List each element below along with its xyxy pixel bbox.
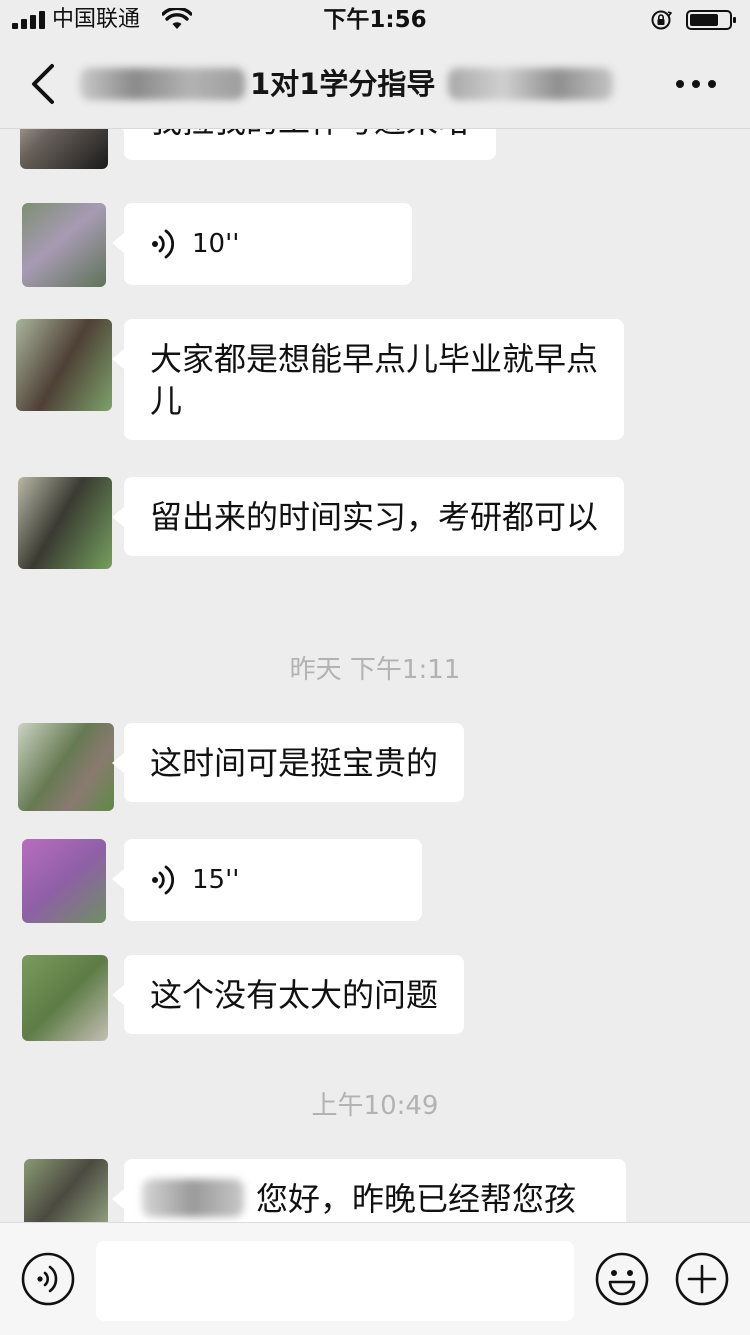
voice-input-icon[interactable] [20,1251,76,1307]
voice-wave-icon [152,865,175,895]
sender-avatar[interactable] [16,319,112,411]
message-bubble[interactable]: 我拉我的工作号进来哈 [111,129,497,160]
voice-message-bubble[interactable]: 10'' [112,203,412,285]
more-options-icon[interactable] [672,70,720,98]
voice-message-bubble[interactable]: 15'' [112,839,422,921]
message-bubble[interactable]: 留出来的时间实习，考研都可以 [112,477,624,556]
message-input[interactable] [96,1241,574,1321]
message-bubble[interactable]: 这时间可是挺宝贵的 [111,723,465,802]
plus-icon[interactable] [674,1251,730,1307]
message-text: 大家都是想能早点儿毕业就早点儿 [150,340,599,420]
name-redaction [142,1179,244,1217]
message-list[interactable]: 我拉我的工作号进来哈 10'' 大家都是想能早点儿毕业就早点儿 留出来的时间实习… [0,129,750,1222]
input-bar [0,1222,750,1335]
voice-wave-icon [152,229,175,259]
message-bubble[interactable]: 这个没有太大的问题 [111,955,465,1034]
sender-avatar[interactable] [24,1159,108,1222]
orientation-lock-icon [651,10,672,30]
sender-avatar[interactable] [18,477,112,569]
message-text: 这个没有太大的问题 [150,976,439,1014]
status-time: 下午1:56 [323,7,427,33]
sender-avatar[interactable] [22,839,106,923]
message-bubble[interactable]: 您好，昨晚已经帮您孩 [112,1159,626,1222]
message-text: 我拉我的工作号进来哈 [124,129,496,160]
timestamp: 上午10:49 [311,1091,439,1121]
chat-header: 1对1学分指导 [0,40,750,129]
message-bubble[interactable]: 大家都是想能早点儿毕业就早点儿 [112,319,624,440]
message-text: 这时间可是挺宝贵的 [150,744,439,782]
voice-duration: 15'' [192,865,240,895]
sender-avatar[interactable] [18,723,114,811]
sender-avatar[interactable] [22,203,106,287]
title-redaction-right [448,68,613,100]
battery-icon [686,10,736,30]
sender-avatar[interactable] [20,129,108,169]
status-bar: 中国联通 下午1:56 [0,0,750,40]
message-text: 留出来的时间实习，考研都可以 [150,498,599,536]
back-chevron-icon[interactable] [22,60,62,108]
voice-duration: 10'' [192,229,240,259]
timestamp: 昨天 下午1:11 [289,655,461,685]
chat-title-area[interactable]: 1对1学分指导 [80,62,630,106]
title-redaction-left [80,68,245,100]
sender-avatar[interactable] [22,955,108,1041]
chat-title: 1对1学分指导 [250,67,436,101]
emoji-smile-icon[interactable] [594,1251,650,1307]
